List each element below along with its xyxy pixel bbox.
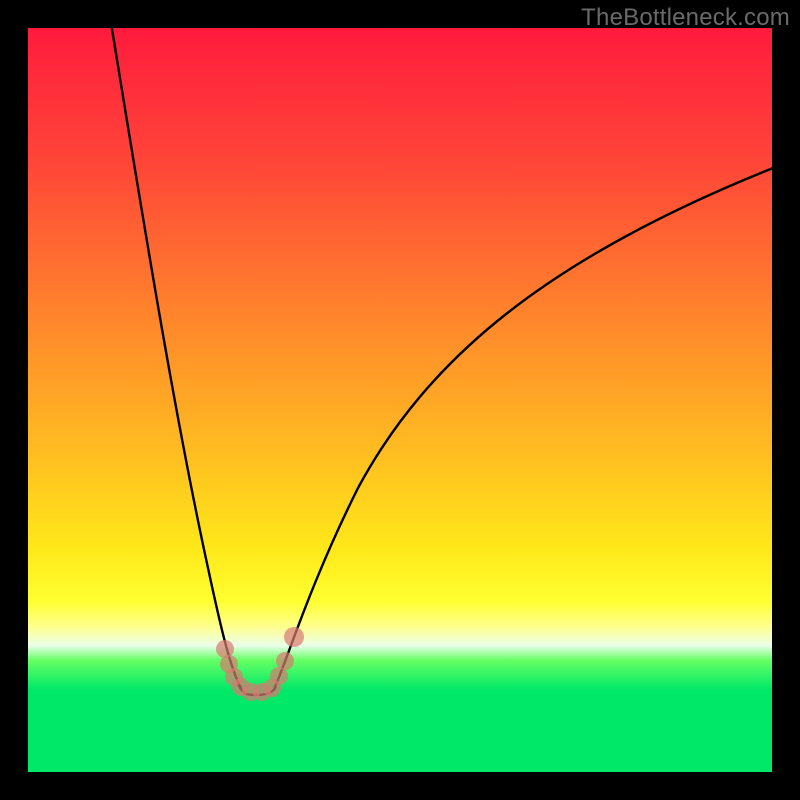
right-curve (274, 168, 772, 689)
marker-dot (276, 652, 294, 670)
plot-area (28, 28, 772, 772)
left-curve (111, 28, 241, 688)
watermark-text: TheBottleneck.com (581, 4, 790, 32)
chart-svg (28, 28, 772, 772)
marker-group (216, 627, 304, 701)
marker-dot (284, 627, 304, 647)
